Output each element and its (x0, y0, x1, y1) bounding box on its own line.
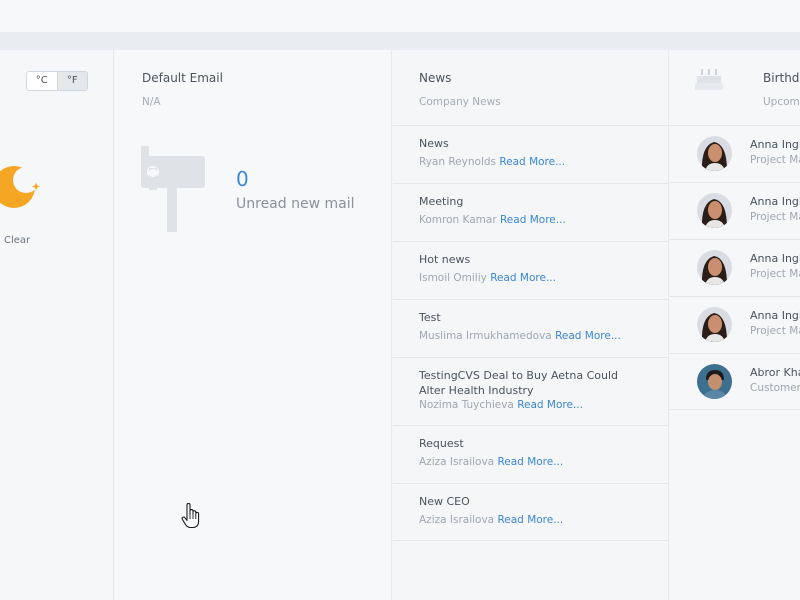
hand-pointer-icon (181, 503, 200, 529)
news-item-title: Test (419, 311, 441, 324)
birthdays-widget: Birthd Upcom Anna Ingl Project Ma Anna I… (670, 50, 800, 600)
weather-widget: °C °F Clear (0, 50, 114, 600)
birthday-item[interactable]: Anna Ingl Project Ma (670, 125, 800, 182)
birthdays-subtitle: Upcom (763, 96, 800, 108)
news-item-author: Nozima Tuychieva (419, 399, 514, 411)
email-subtitle: N/A (142, 96, 161, 108)
news-title: News (419, 71, 452, 85)
news-item: Test Muslima Irmukhamedova Read More... (393, 299, 669, 357)
birthday-person-role: Project Ma (750, 325, 800, 337)
read-more-link[interactable]: Read More... (497, 514, 563, 526)
unread-mail-label: Unread new mail (236, 196, 355, 212)
news-item-author: Ismoil Omiliy (419, 272, 487, 284)
birthday-list: Anna Ingl Project Ma Anna Ingl Project M… (670, 125, 800, 410)
news-item-title: TestingCVS Deal to Buy Aetna Could Alter… (419, 369, 618, 397)
news-item: Meeting Komron Kamar Read More... (393, 183, 669, 241)
news-item-title: Request (419, 437, 464, 450)
read-more-link[interactable]: Read More... (497, 456, 563, 468)
avatar (697, 307, 732, 342)
news-item-author: Aziza Israilova (419, 456, 495, 468)
top-header-bar (0, 0, 800, 32)
unread-mail-count: 0 (236, 167, 249, 191)
news-item-title: News (419, 137, 449, 150)
birthday-person-role: Project Ma (750, 154, 800, 166)
news-item-author: Komron Kamar (419, 214, 497, 226)
news-item-author: Aziza Israilova (419, 514, 495, 526)
birthday-item[interactable]: Anna Ingl Project Ma (670, 182, 800, 239)
birthday-person-name: Anna Ingl (750, 138, 800, 151)
news-item: News Ryan Reynolds Read More... (393, 125, 669, 183)
birthday-item[interactable]: Abror Kha Customer (670, 353, 800, 410)
news-item-author: Muslima Irmukhamedova (419, 330, 552, 342)
news-item: TestingCVS Deal to Buy Aetna Could Alter… (393, 357, 669, 425)
read-more-link[interactable]: Read More... (517, 399, 583, 411)
news-item-title: Meeting (419, 195, 464, 208)
news-item: Request Aziza Israilova Read More... (393, 425, 669, 483)
weather-condition: Clear (4, 235, 31, 246)
birthday-person-name: Anna Ingl (750, 309, 800, 322)
news-list: News Ryan Reynolds Read More... Meeting … (393, 125, 669, 541)
news-item-title: New CEO (419, 495, 470, 508)
birthdays-title: Birthd (763, 71, 800, 85)
birthday-person-role: Customer (750, 382, 800, 394)
read-more-link[interactable]: Read More... (555, 330, 621, 342)
birthday-cake-icon (695, 69, 723, 90)
email-title: Default Email (142, 71, 223, 85)
birthday-item[interactable]: Anna Ingl Project Ma (670, 296, 800, 353)
news-widget: News Company News News Ryan Reynolds Rea… (393, 50, 669, 600)
celsius-button[interactable]: °C (27, 72, 57, 90)
avatar (697, 193, 732, 228)
mailbox-icon (141, 146, 205, 232)
news-item-title: Hot news (419, 253, 471, 266)
read-more-link[interactable]: Read More... (499, 156, 565, 168)
news-subtitle: Company News (419, 96, 501, 108)
avatar (697, 136, 732, 171)
fahrenheit-button[interactable]: °F (56, 72, 87, 90)
birthday-person-role: Project Ma (750, 211, 800, 223)
moon-icon (0, 166, 40, 208)
avatar (697, 250, 732, 285)
news-item: Hot news Ismoil Omiliy Read More... (393, 241, 669, 299)
birthday-item[interactable]: Anna Ingl Project Ma (670, 239, 800, 296)
read-more-link[interactable]: Read More... (500, 214, 566, 226)
header-divider-strip (0, 32, 800, 50)
news-item: New CEO Aziza Israilova Read More... (393, 483, 669, 541)
avatar (697, 364, 732, 399)
birthday-person-name: Abror Kha (750, 366, 800, 379)
birthday-person-name: Anna Ingl (750, 195, 800, 208)
birthday-person-role: Project Ma (750, 268, 800, 280)
news-item-author: Ryan Reynolds (419, 156, 496, 168)
read-more-link[interactable]: Read More... (490, 272, 556, 284)
birthday-person-name: Anna Ingl (750, 252, 800, 265)
email-widget: Default Email N/A 0 Unread new mail (115, 50, 392, 600)
temperature-unit-toggle: °C °F (26, 71, 88, 91)
